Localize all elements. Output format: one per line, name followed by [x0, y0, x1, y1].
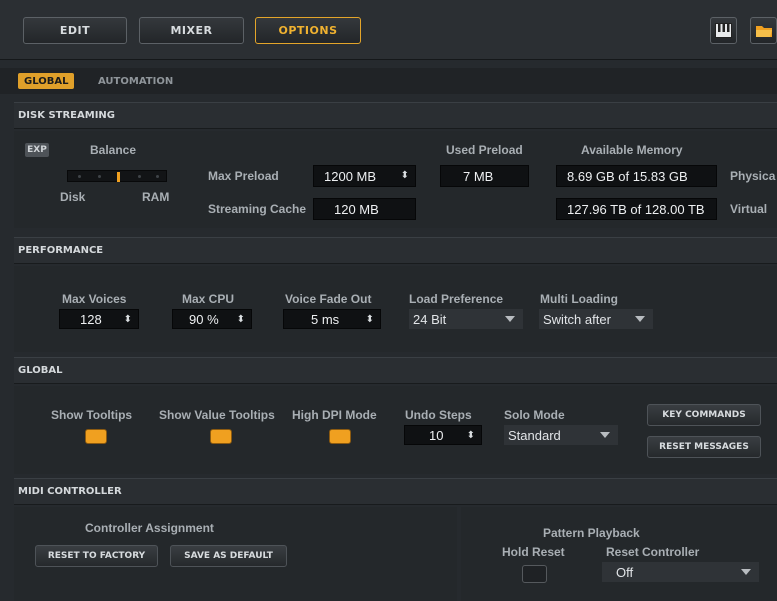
- disk-streaming-header: DISK STREAMING: [14, 102, 777, 129]
- show-tooltips-toggle[interactable]: [85, 429, 107, 444]
- chevron-down-icon: [635, 316, 645, 322]
- stepper-icon[interactable]: ⬍: [467, 430, 475, 441]
- max-voices-field[interactable]: 128 ⬍: [59, 309, 139, 329]
- max-cpu-label: Max CPU: [182, 292, 235, 306]
- virtual-memory-field: 127.96 TB of 128.00 TB: [556, 198, 717, 220]
- voice-fade-out-label: Voice Fade Out: [285, 292, 372, 306]
- key-commands-button[interactable]: KEY COMMANDS: [647, 404, 761, 426]
- midi-controller-header: MIDI CONTROLLER: [14, 478, 777, 505]
- show-value-tooltips-toggle[interactable]: [210, 429, 232, 444]
- solo-mode-dropdown[interactable]: Standard: [504, 425, 618, 445]
- max-preload-field[interactable]: 1200 MB ⬍: [313, 165, 416, 187]
- top-toolbar: EDIT MIXER OPTIONS: [0, 0, 777, 60]
- load-preference-label: Load Preference: [409, 292, 504, 306]
- edit-button[interactable]: EDIT: [23, 17, 127, 44]
- high-dpi-mode-label: High DPI Mode: [292, 408, 377, 422]
- save-as-default-button[interactable]: SAVE AS DEFAULT: [170, 545, 287, 567]
- mixer-button[interactable]: MIXER: [139, 17, 244, 44]
- max-cpu-value: 90 %: [189, 311, 219, 327]
- undo-steps-value: 10: [429, 427, 444, 443]
- load-preference-dropdown[interactable]: 24 Bit: [409, 309, 523, 329]
- used-preload-field: 7 MB: [440, 165, 529, 187]
- show-tooltips-label: Show Tooltips: [51, 408, 133, 422]
- max-cpu-field[interactable]: 90 % ⬍: [172, 309, 252, 329]
- reset-controller-value: Off: [616, 564, 634, 580]
- solo-mode-label: Solo Mode: [504, 408, 565, 422]
- available-memory-label: Available Memory: [581, 143, 683, 157]
- options-tabs: GLOBAL AUTOMATION: [0, 68, 777, 94]
- options-button[interactable]: OPTIONS: [255, 17, 361, 44]
- max-voices-label: Max Voices: [62, 292, 127, 306]
- reset-messages-button[interactable]: RESET MESSAGES: [647, 436, 761, 458]
- max-voices-value: 128: [80, 311, 102, 327]
- slider-tick: [138, 175, 141, 178]
- hold-reset-label: Hold Reset: [502, 545, 565, 559]
- show-value-tooltips-label: Show Value Tooltips: [159, 408, 275, 422]
- chevron-down-icon: [505, 316, 515, 322]
- stepper-icon[interactable]: ⬍: [237, 314, 245, 325]
- undo-steps-label: Undo Steps: [405, 408, 472, 422]
- physical-memory-field: 8.69 GB of 15.83 GB: [556, 165, 717, 187]
- slider-tick: [78, 175, 81, 178]
- max-preload-value: 1200 MB: [324, 168, 377, 184]
- pattern-playback-label: Pattern Playback: [543, 526, 640, 540]
- max-preload-label: Max Preload: [208, 169, 279, 183]
- tab-global[interactable]: GLOBAL: [18, 73, 75, 89]
- folder-icon[interactable]: [750, 17, 777, 44]
- voice-fade-out-field[interactable]: 5 ms ⬍: [283, 309, 381, 329]
- slider-tick: [98, 175, 101, 178]
- performance-header: PERFORMANCE: [14, 237, 777, 264]
- slider-tick: [156, 175, 159, 178]
- stepper-icon[interactable]: ⬍: [401, 170, 409, 181]
- stepper-icon[interactable]: ⬍: [124, 314, 132, 325]
- undo-steps-field[interactable]: 10 ⬍: [404, 425, 482, 445]
- solo-mode-value: Standard: [508, 427, 561, 443]
- reset-controller-dropdown[interactable]: Off: [602, 562, 759, 582]
- multi-loading-value: Switch after: [543, 311, 611, 327]
- multi-loading-dropdown[interactable]: Switch after: [539, 309, 653, 329]
- global-panel: [14, 386, 777, 474]
- streaming-cache-field[interactable]: 120 MB: [313, 198, 416, 220]
- stepper-icon[interactable]: ⬍: [366, 314, 374, 325]
- streaming-cache-label: Streaming Cache: [208, 202, 307, 216]
- global-header: GLOBAL: [14, 357, 777, 384]
- high-dpi-mode-toggle[interactable]: [329, 429, 351, 444]
- disk-label: Disk: [60, 190, 86, 204]
- chevron-down-icon: [741, 569, 751, 575]
- hold-reset-toggle[interactable]: [522, 565, 547, 583]
- balance-label: Balance: [90, 143, 137, 157]
- tab-automation[interactable]: AUTOMATION: [92, 73, 179, 89]
- controller-assignment-label: Controller Assignment: [85, 521, 214, 535]
- balance-slider-knob[interactable]: [117, 172, 120, 182]
- multi-loading-label: Multi Loading: [540, 292, 618, 306]
- reset-to-factory-button[interactable]: RESET TO FACTORY: [35, 545, 158, 567]
- used-preload-label: Used Preload: [446, 143, 523, 157]
- reset-controller-label: Reset Controller: [606, 545, 700, 559]
- chevron-down-icon: [600, 432, 610, 438]
- balance-slider[interactable]: [67, 170, 167, 182]
- voice-fade-out-value: 5 ms: [311, 311, 340, 327]
- virtual-label: Virtual: [730, 202, 768, 216]
- exp-badge[interactable]: EXP: [25, 143, 49, 157]
- ram-label: RAM: [142, 190, 170, 204]
- load-preference-value: 24 Bit: [413, 311, 447, 327]
- keyboard-icon[interactable]: [710, 17, 737, 44]
- physical-label: Physica: [730, 169, 776, 183]
